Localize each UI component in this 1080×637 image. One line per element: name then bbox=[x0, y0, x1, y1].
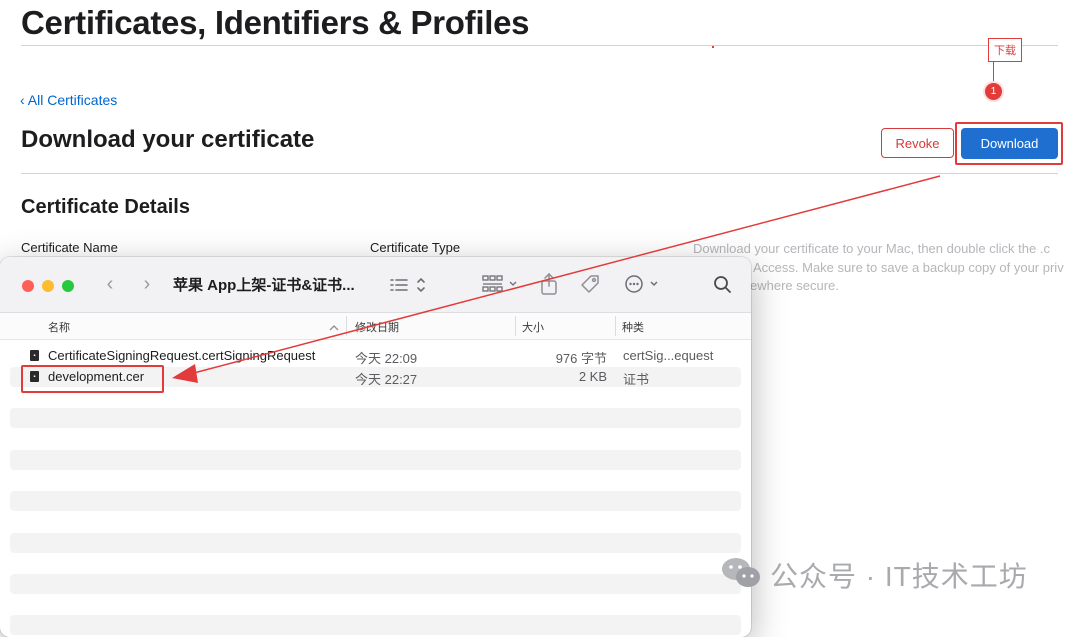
column-modified-header[interactable]: 修改日期 bbox=[355, 319, 399, 335]
finder-window-title: 苹果 App上架-证书&证书... bbox=[173, 277, 355, 294]
downloaded-file-highlight-box bbox=[21, 365, 164, 393]
column-name-header[interactable]: 名称 bbox=[48, 319, 70, 335]
column-divider[interactable] bbox=[615, 316, 616, 336]
step-badge: 1 bbox=[985, 83, 1002, 100]
file-name: CertificateSigningRequest.certSigningReq… bbox=[48, 348, 316, 363]
column-header-row: 名称 修改日期 大小 种类 bbox=[0, 313, 751, 340]
wechat-logo-icon bbox=[721, 556, 761, 590]
certificate-type-label: Certificate Type bbox=[370, 240, 461, 255]
finder-window: ‹ › 苹果 App上架-证书&证书... 名称 修改日期 大小 种类 ▪ Ce… bbox=[0, 257, 751, 637]
empty-row-stripe bbox=[10, 491, 741, 511]
revoke-button[interactable]: Revoke bbox=[881, 128, 954, 158]
title-divider bbox=[21, 45, 1058, 46]
column-size-header[interactable]: 大小 bbox=[522, 319, 544, 335]
empty-row-stripe bbox=[10, 574, 741, 594]
file-kind: 证书 bbox=[623, 372, 650, 387]
tag-icon[interactable] bbox=[578, 272, 602, 296]
empty-row-stripe bbox=[10, 408, 741, 428]
share-icon[interactable] bbox=[539, 272, 559, 296]
empty-row-stripe bbox=[10, 450, 741, 470]
minimize-window-button[interactable] bbox=[42, 280, 54, 292]
zoom-window-button[interactable] bbox=[62, 280, 74, 292]
group-by-icon[interactable] bbox=[481, 273, 521, 295]
certificate-details-title: Certificate Details bbox=[21, 196, 190, 218]
back-chevron-icon[interactable]: ‹ bbox=[101, 273, 119, 295]
certificate-name-label: Certificate Name bbox=[21, 240, 118, 255]
sort-ascending-icon bbox=[329, 320, 339, 331]
column-divider[interactable] bbox=[515, 316, 516, 336]
empty-row-stripe bbox=[10, 615, 741, 635]
forward-chevron-icon[interactable]: › bbox=[138, 273, 156, 295]
more-actions-icon[interactable] bbox=[624, 274, 662, 294]
all-certificates-link[interactable]: ‹ All Certificates bbox=[20, 92, 117, 108]
file-modified: 今天 22:09 bbox=[355, 351, 418, 366]
file-size: 2 KB bbox=[578, 369, 607, 384]
file-kind: certSig...equest bbox=[623, 348, 714, 363]
callout-connector bbox=[993, 62, 994, 84]
column-divider[interactable] bbox=[346, 316, 347, 336]
list-view-icon[interactable] bbox=[389, 275, 429, 295]
column-kind-header[interactable]: 种类 bbox=[622, 319, 644, 335]
section-title: Download your certificate bbox=[21, 126, 315, 153]
finder-toolbar: ‹ › 苹果 App上架-证书&证书... bbox=[0, 257, 751, 313]
watermark-text: 公众号 · IT技术工坊 bbox=[770, 561, 1028, 592]
download-highlight-box bbox=[955, 122, 1063, 165]
empty-row-stripe bbox=[10, 533, 741, 553]
file-size: 976 字节 bbox=[555, 351, 607, 366]
annotation-dot bbox=[712, 46, 714, 48]
search-icon[interactable] bbox=[712, 274, 734, 296]
document-icon: ▪ bbox=[30, 350, 39, 361]
download-callout: 下载 bbox=[988, 38, 1022, 62]
file-modified: 今天 22:27 bbox=[355, 372, 418, 387]
section-divider bbox=[21, 173, 1058, 174]
file-row[interactable]: ▪ CertificateSigningRequest.certSigningR… bbox=[10, 346, 741, 366]
hint-line-1: Download your certificate to your Mac, t… bbox=[693, 241, 1050, 256]
close-window-button[interactable] bbox=[22, 280, 34, 292]
page-title: Certificates, Identifiers & Profiles bbox=[21, 4, 530, 41]
